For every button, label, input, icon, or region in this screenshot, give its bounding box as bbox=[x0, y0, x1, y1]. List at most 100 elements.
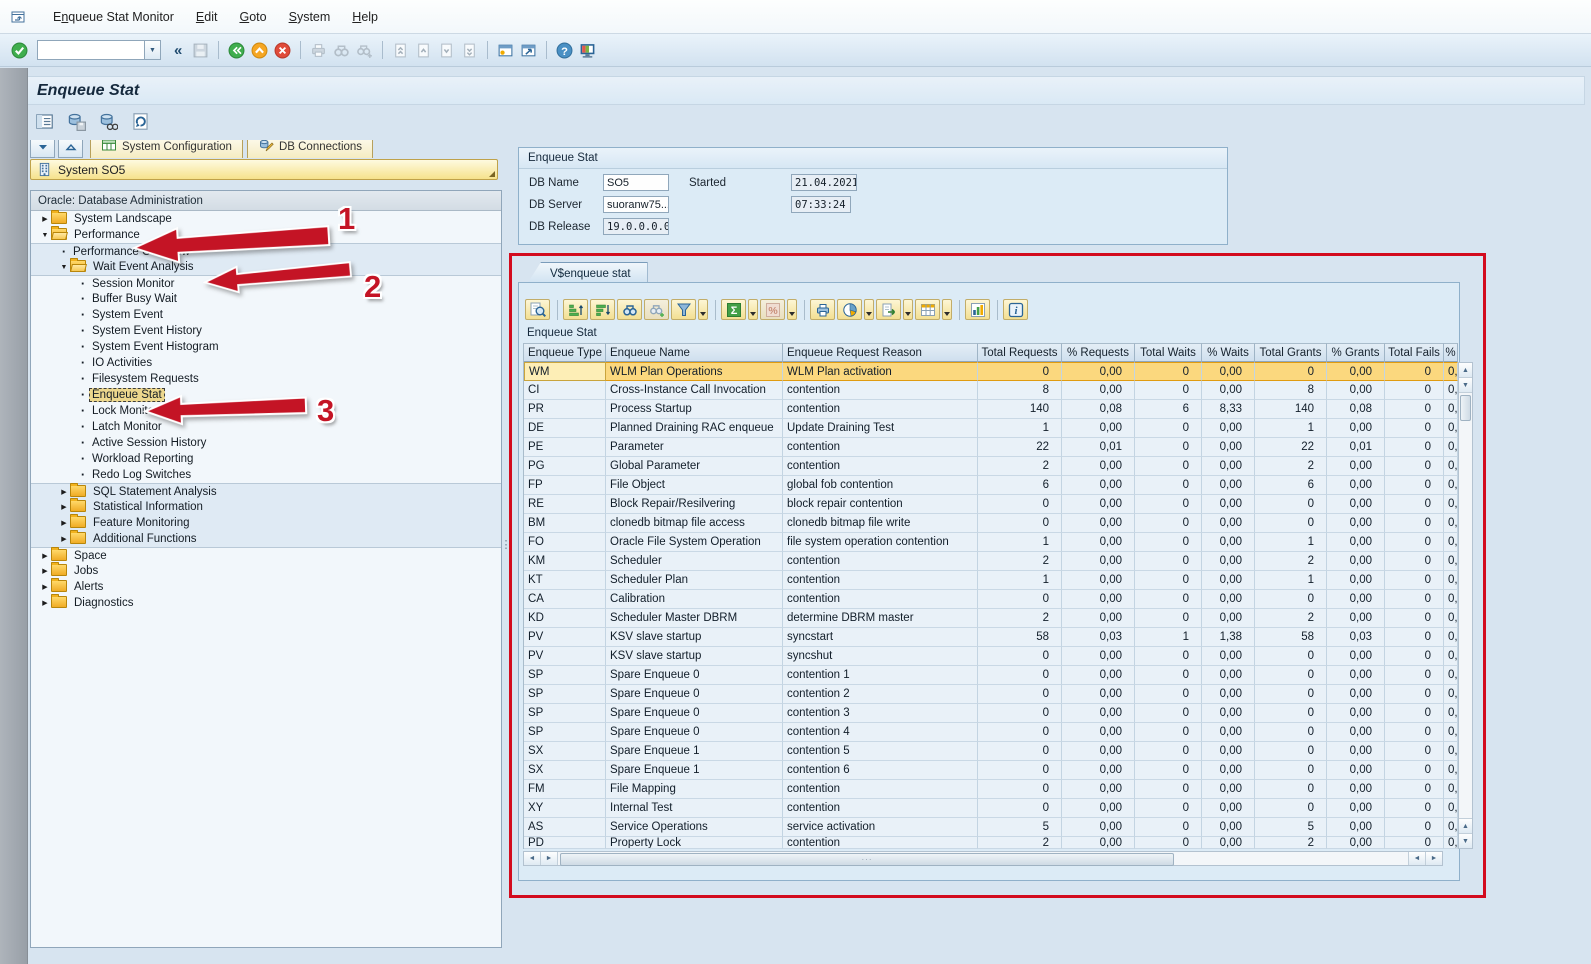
table-cell[interactable]: KT bbox=[524, 571, 606, 590]
table-cell[interactable]: 0 bbox=[1135, 571, 1202, 590]
table-cell[interactable]: contention bbox=[783, 837, 978, 849]
table-cell[interactable]: 2 bbox=[1255, 837, 1327, 849]
table-cell[interactable]: 0 bbox=[978, 761, 1062, 780]
help-button[interactable]: ? bbox=[553, 39, 576, 62]
table-cell[interactable]: syncstart bbox=[783, 628, 978, 647]
table-cell[interactable]: 0,00 bbox=[1444, 590, 1458, 609]
tree-item-sql-statement-analysis[interactable]: ▶SQL Statement Analysis bbox=[31, 483, 501, 499]
table-cell[interactable]: 0 bbox=[1135, 818, 1202, 837]
table-cell[interactable]: AS bbox=[524, 818, 606, 837]
save-button[interactable] bbox=[189, 39, 212, 62]
table-cell[interactable]: 0,08 bbox=[1327, 400, 1385, 419]
column-header-enqueue-name[interactable]: Enqueue Name bbox=[606, 343, 783, 362]
table-cell[interactable]: 0,00 bbox=[1444, 666, 1458, 685]
table-cell[interactable]: 0,00 bbox=[1202, 837, 1255, 849]
table-cell[interactable]: 0,00 bbox=[1062, 533, 1135, 552]
table-cell[interactable]: 0,00 bbox=[1327, 704, 1385, 723]
table-cell[interactable]: 0,00 bbox=[1202, 533, 1255, 552]
table-cell[interactable]: 0,00 bbox=[1202, 438, 1255, 457]
table-cell[interactable]: 0,00 bbox=[1062, 419, 1135, 438]
table-cell[interactable]: 0 bbox=[1135, 742, 1202, 761]
system-selector[interactable]: System SO5 bbox=[30, 159, 498, 180]
table-cell[interactable]: 5 bbox=[1255, 818, 1327, 837]
table-cell[interactable]: 0,00 bbox=[1062, 571, 1135, 590]
table-cell[interactable]: contention bbox=[783, 381, 978, 400]
tree-item-io-activities[interactable]: ·IO Activities bbox=[31, 355, 501, 371]
tree-item-system-event-history[interactable]: ·System Event History bbox=[31, 323, 501, 339]
table-cell[interactable]: 0 bbox=[1135, 590, 1202, 609]
table-cell[interactable]: 0,00 bbox=[1327, 666, 1385, 685]
panel-splitter[interactable]: ⋮ bbox=[502, 140, 510, 948]
table-cell[interactable]: 22 bbox=[1255, 438, 1327, 457]
views-button-dropdown[interactable] bbox=[864, 299, 874, 320]
table-cell[interactable]: PD bbox=[524, 837, 606, 849]
table-cell[interactable]: KSV slave startup bbox=[606, 647, 783, 666]
table-cell[interactable]: 0,00 bbox=[1202, 571, 1255, 590]
table-cell[interactable]: 0,00 bbox=[1062, 552, 1135, 571]
table-cell[interactable]: 0 bbox=[1255, 666, 1327, 685]
table-cell[interactable]: 0,00 bbox=[1202, 552, 1255, 571]
sidebar-tab-system-configuration[interactable]: System Configuration bbox=[90, 140, 243, 158]
table-cell[interactable]: Spare Enqueue 0 bbox=[606, 723, 783, 742]
table-cell[interactable]: contention 5 bbox=[783, 742, 978, 761]
table-cell[interactable]: 0,00 bbox=[1202, 780, 1255, 799]
tree-item-filesystem-requests[interactable]: ·Filesystem Requests bbox=[31, 371, 501, 387]
table-cell[interactable]: 0,00 bbox=[1327, 552, 1385, 571]
table-cell[interactable]: 0 bbox=[1135, 780, 1202, 799]
table-cell[interactable]: 0,00 bbox=[1202, 362, 1255, 381]
table-cell[interactable]: 0 bbox=[1135, 419, 1202, 438]
table-cell[interactable]: SX bbox=[524, 761, 606, 780]
table-cell[interactable]: 0 bbox=[1255, 761, 1327, 780]
table-cell[interactable]: WLM Plan Operations bbox=[606, 362, 783, 381]
table-cell[interactable]: Spare Enqueue 0 bbox=[606, 666, 783, 685]
tab-venqueue-stat[interactable]: V$enqueue stat bbox=[527, 262, 648, 284]
table-cell[interactable]: 0 bbox=[1135, 685, 1202, 704]
table-cell[interactable]: 0,00 bbox=[1062, 590, 1135, 609]
table-cell[interactable]: 22 bbox=[978, 438, 1062, 457]
table-cell[interactable]: 0,00 bbox=[1327, 381, 1385, 400]
table-cell[interactable]: contention bbox=[783, 590, 978, 609]
table-cell[interactable]: 0,00 bbox=[1062, 476, 1135, 495]
table-cell[interactable]: 0 bbox=[1385, 780, 1444, 799]
previous-page-button[interactable] bbox=[412, 39, 435, 62]
table-cell[interactable]: contention bbox=[783, 780, 978, 799]
table-cell[interactable]: 2 bbox=[1255, 457, 1327, 476]
table-cell[interactable]: 0,00 bbox=[1202, 647, 1255, 666]
chevron-right-icon[interactable]: ▶ bbox=[39, 583, 51, 591]
table-cell[interactable]: service activation bbox=[783, 818, 978, 837]
table-cell[interactable]: 0,00 bbox=[1444, 362, 1458, 381]
scroll-left-arrow[interactable]: ◄ bbox=[524, 852, 541, 865]
table-cell[interactable]: 0,00 bbox=[1327, 780, 1385, 799]
table-cell[interactable]: 0 bbox=[1135, 837, 1202, 849]
table-cell[interactable]: 0 bbox=[1385, 476, 1444, 495]
db-name-field[interactable]: SO5 bbox=[603, 174, 669, 191]
scroll-left-arrow-right-end[interactable]: ◄ bbox=[1408, 852, 1425, 865]
table-cell[interactable]: 0 bbox=[1135, 438, 1202, 457]
table-cell[interactable]: 0,00 bbox=[1444, 704, 1458, 723]
table-cell[interactable]: determine DBRM master bbox=[783, 609, 978, 628]
table-cell[interactable]: SP bbox=[524, 723, 606, 742]
table-cell[interactable]: 0,00 bbox=[1327, 647, 1385, 666]
table-cell[interactable]: KD bbox=[524, 609, 606, 628]
table-cell[interactable]: 0 bbox=[1385, 704, 1444, 723]
table-cell[interactable]: Block Repair/Resilvering bbox=[606, 495, 783, 514]
table-cell[interactable]: 0 bbox=[1385, 647, 1444, 666]
table-cell[interactable]: contention 3 bbox=[783, 704, 978, 723]
table-cell[interactable]: Oracle File System Operation bbox=[606, 533, 783, 552]
table-cell[interactable]: 0,03 bbox=[1062, 628, 1135, 647]
table-cell[interactable]: FO bbox=[524, 533, 606, 552]
table-cell[interactable]: 0 bbox=[1385, 552, 1444, 571]
table-cell[interactable]: 0 bbox=[1385, 438, 1444, 457]
table-cell[interactable]: 0,00 bbox=[1062, 837, 1135, 849]
tree-item-feature-monitoring[interactable]: ▶Feature Monitoring bbox=[31, 515, 501, 531]
table-cell[interactable]: 0 bbox=[978, 362, 1062, 381]
table-cell[interactable]: 0 bbox=[978, 685, 1062, 704]
table-cell[interactable]: 0 bbox=[1135, 704, 1202, 723]
table-cell[interactable]: 0,00 bbox=[1327, 685, 1385, 704]
vertical-scroll-thumb[interactable] bbox=[1460, 395, 1471, 421]
table-cell[interactable]: 0,00 bbox=[1202, 457, 1255, 476]
table-cell[interactable]: CA bbox=[524, 590, 606, 609]
table-cell[interactable]: 1 bbox=[978, 571, 1062, 590]
table-cell[interactable]: block repair contention bbox=[783, 495, 978, 514]
sort-ascending-button[interactable] bbox=[563, 299, 588, 320]
